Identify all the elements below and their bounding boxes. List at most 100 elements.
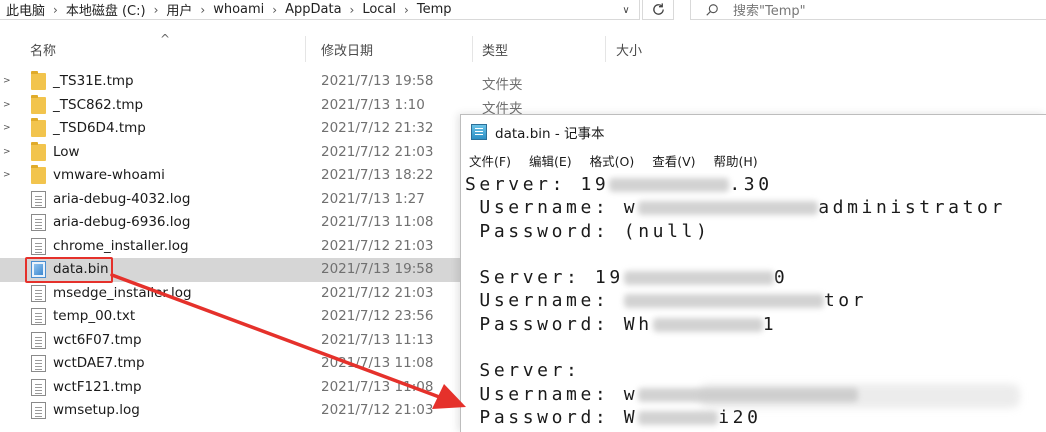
notepad-line-suffix: 0 (773, 267, 789, 289)
text-file-icon (31, 190, 46, 208)
file-date: 2021/7/13 11:08 (321, 378, 434, 395)
file-row[interactable]: > _TS31E.tmp 2021/7/13 19:58 文件夹 (0, 70, 1046, 94)
column-divider[interactable] (605, 36, 606, 62)
text-file-icon (31, 331, 46, 349)
notepad-line (465, 336, 1046, 359)
chevron-right-icon[interactable]: › (49, 3, 62, 17)
notepad-title: data.bin - 记事本 (495, 126, 605, 142)
file-name: wmsetup.log (53, 402, 140, 418)
expand-icon[interactable]: > (3, 170, 11, 180)
text-file-icon (31, 402, 46, 419)
breadcrumb-item[interactable]: whoami (209, 2, 268, 17)
file-name: chrome_installer.log (53, 237, 189, 254)
address-row: 此电脑 › 本地磁盘 (C:) › 用户 › whoami › AppData › Local › Te… (0, 0, 1046, 26)
file-name: wctF121.tmp (53, 378, 142, 395)
file-date: 2021/7/13 11:08 (321, 214, 434, 230)
file-name: _TSD6D4.tmp (53, 120, 146, 136)
file-type: 文件夹 (482, 77, 523, 93)
file-name: aria-debug-4032.log (53, 190, 191, 207)
refresh-icon (652, 3, 664, 15)
chevron-right-icon[interactable]: › (346, 3, 359, 17)
notepad-line: Password: (null) (465, 220, 1046, 243)
file-date: 2021/7/12 21:03 (321, 143, 434, 160)
chevron-right-icon[interactable]: › (400, 3, 413, 17)
breadcrumb-item[interactable]: 用户 (162, 0, 196, 19)
redaction-blur (609, 178, 730, 192)
refresh-button[interactable] (642, 0, 674, 20)
file-name: msedge_installer.log (53, 284, 192, 301)
notepad-line-suffix: i20 (718, 406, 762, 428)
text-file-icon (31, 308, 46, 325)
chevron-right-icon[interactable]: › (196, 3, 209, 17)
file-name: Low (53, 143, 80, 160)
expand-icon[interactable]: > (3, 76, 11, 86)
chevron-down-icon[interactable]: ∨ (612, 0, 640, 20)
file-name: _TSC862.tmp (53, 96, 144, 113)
search-input[interactable]: 搜索"Temp" (690, 0, 1046, 20)
breadcrumb-item[interactable]: AppData (281, 2, 345, 17)
breadcrumb-item[interactable]: Local (358, 2, 400, 17)
notepad-line: Username: tor (465, 289, 1046, 312)
expand-icon[interactable]: > (3, 123, 11, 133)
notepad-menu-item[interactable]: 文件(F) (469, 151, 511, 170)
folder-icon (31, 141, 46, 161)
text-file-icon (31, 355, 46, 372)
notepad-line-text: Server: 19 (465, 267, 624, 289)
column-divider[interactable] (472, 36, 473, 62)
notepad-menu-item[interactable]: 格式(O) (590, 151, 635, 170)
column-divider[interactable] (305, 36, 306, 62)
sort-up-icon: ^ (160, 32, 171, 46)
column-size[interactable]: 大小 (616, 40, 642, 60)
notepad-title-bar[interactable]: data.bin - 记事本 (461, 115, 1046, 149)
watermark (700, 384, 1020, 408)
column-type[interactable]: 类型 (482, 40, 508, 60)
notepad-line-suffix: tor (823, 290, 868, 312)
notepad-line-text: Server: (465, 360, 595, 382)
file-name: temp_00.txt (53, 308, 136, 324)
breadcrumb-item[interactable]: Temp (413, 2, 456, 17)
text-file-icon (31, 214, 46, 231)
search-placeholder: 搜索"Temp" (733, 4, 806, 19)
notepad-line-text: Username: w (465, 197, 639, 219)
folder-icon (31, 71, 46, 90)
folder-icon (31, 94, 46, 114)
expand-icon[interactable]: > (3, 100, 11, 110)
notepad-line-text: Server: 19 (465, 174, 610, 195)
folder-icon (31, 118, 46, 137)
breadcrumb[interactable]: 此电脑 › 本地磁盘 (C:) › 用户 › whoami › AppData › Local › Te… (0, 0, 640, 20)
notepad-icon (471, 124, 487, 140)
chevron-right-icon[interactable]: › (150, 3, 163, 17)
notepad-menu-item[interactable]: 编辑(E) (529, 151, 572, 170)
text-file-icon (31, 284, 46, 302)
highlight-box (25, 257, 113, 283)
column-headers: ^ 名称 修改日期 类型 大小 (0, 32, 1046, 62)
file-date: 2021/7/13 1:10 (321, 96, 425, 113)
file-date: 2021/7/12 21:03 (321, 237, 434, 254)
file-name: aria-debug-6936.log (53, 214, 191, 230)
chevron-right-icon[interactable]: › (268, 3, 281, 17)
file-date: 2021/7/12 21:32 (321, 120, 434, 136)
notepad-line: Server: 19 0 (465, 266, 1046, 289)
breadcrumb-item[interactable]: 本地磁盘 (C:) (62, 0, 150, 19)
file-date: 2021/7/13 19:58 (321, 73, 434, 89)
redaction-blur (623, 294, 824, 309)
column-date[interactable]: 修改日期 (321, 40, 373, 60)
notepad-line-text: Username: (465, 290, 624, 312)
notepad-menu-bar: 文件(F) 编辑(E) 格式(O) 查看(V) 帮助(H) (461, 149, 1046, 171)
notepad-line-text: Password: (null) (465, 220, 711, 242)
text-file-icon (31, 378, 46, 396)
column-name[interactable]: 名称 (30, 40, 56, 60)
breadcrumb-item[interactable]: 此电脑 (2, 0, 49, 19)
text-file-icon (31, 237, 46, 255)
file-date: 2021/7/13 18:22 (321, 167, 434, 183)
redaction-blur (638, 410, 719, 425)
notepad-menu-item[interactable]: 帮助(H) (714, 151, 758, 170)
redaction-blur (638, 201, 819, 216)
file-date: 2021/7/13 19:58 (321, 261, 434, 277)
file-date: 2021/7/12 21:03 (321, 284, 434, 301)
notepad-menu-item[interactable]: 查看(V) (652, 151, 695, 170)
search-icon (706, 3, 718, 16)
expand-icon[interactable]: > (3, 147, 11, 157)
notepad-line-suffix: .30 (729, 174, 773, 195)
notepad-line-text: Password: W (465, 406, 639, 428)
